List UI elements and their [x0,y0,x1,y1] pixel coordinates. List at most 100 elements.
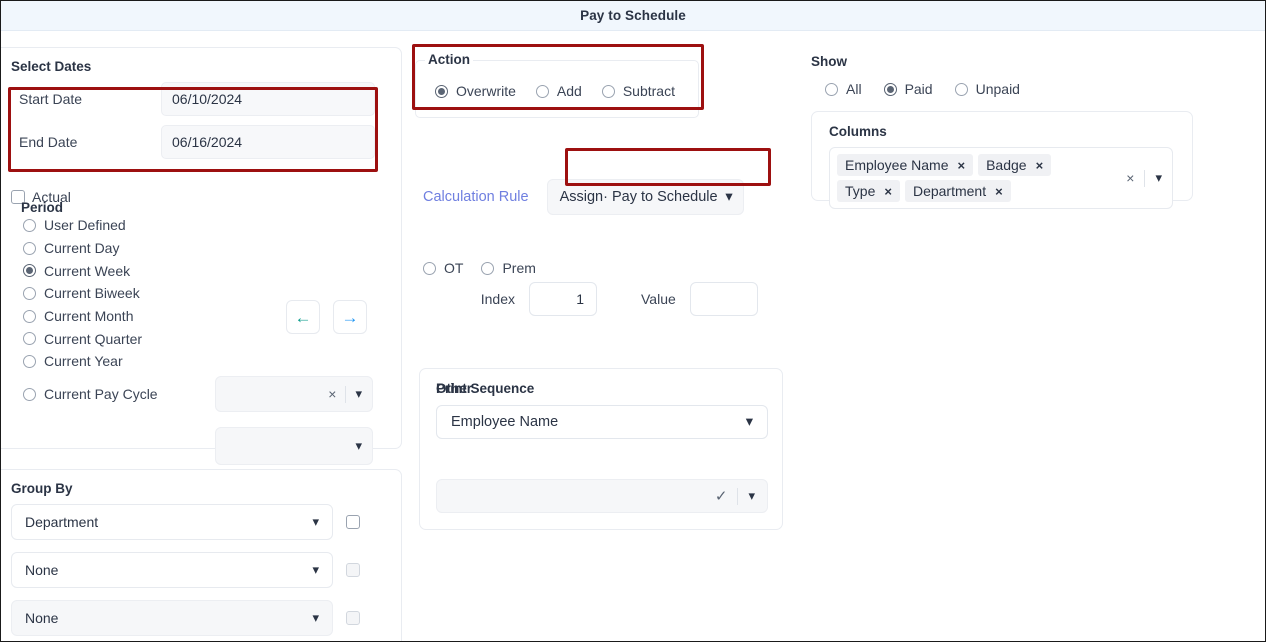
close-icon[interactable]: × [958,158,966,173]
columns-multiselect[interactable]: Employee Name × Badge × Type × Departmen… [829,147,1173,209]
period-option-current-week[interactable]: Current Week [23,259,158,282]
show-option-all[interactable]: All [825,78,862,101]
chevron-down-icon[interactable]: ▾ [748,488,755,504]
radio-selected-icon[interactable] [883,82,897,96]
show-option-label: Paid [904,81,933,98]
radio-icon[interactable] [23,286,36,300]
show-option-label: Unpaid [975,81,1020,98]
check-icon[interactable]: ✓ [715,487,728,505]
group-by-checkbox-2[interactable] [346,563,360,577]
radio-icon[interactable] [23,309,36,323]
period-option-current-biweek[interactable]: Current Biweek [23,282,158,305]
period-option-label: Current Biweek [44,285,140,302]
chevron-down-icon[interactable]: ▾ [312,514,319,530]
calculation-rule-value: Assign· Pay to Schedule [559,189,718,205]
group-by-select-1[interactable]: Department ▾ [11,504,333,540]
start-date-label: Start Date [19,91,83,107]
previous-period-button[interactable]: ← [286,300,320,334]
divider [1144,169,1146,187]
period-option-label: Current Year [44,353,123,370]
show-option-unpaid[interactable]: Unpaid [954,78,1020,101]
print-sequence-value: Employee Name [451,414,559,430]
period-option-current-year[interactable]: Current Year [23,350,158,373]
radio-icon[interactable] [601,84,615,98]
print-sequence-select[interactable]: Employee Name ▾ [436,405,768,439]
group-by-select-2[interactable]: None ▾ [11,552,333,588]
radio-icon[interactable] [481,261,495,275]
columns-chip-list: Employee Name × Badge × Type × Departmen… [830,148,1122,208]
window-title-bar: Pay to Schedule [1,1,1265,31]
group-by-rows: Department ▾ None ▾ None ▾ [11,504,381,641]
period-option-current-quarter[interactable]: Current Quarter [23,327,158,350]
chevron-down-icon[interactable]: ▾ [725,189,732,205]
clear-icon[interactable]: × [328,386,336,402]
chevron-down-icon[interactable]: ▾ [1155,170,1162,186]
column-chip[interactable]: Employee Name × [837,154,974,176]
quarter-select[interactable]: × ▾ [215,376,373,412]
columns-legend: Columns [829,124,887,139]
radio-icon[interactable] [23,241,36,255]
radio-icon[interactable] [825,82,838,96]
chevron-down-icon[interactable]: ▾ [312,610,319,626]
action-option-overwrite[interactable]: Overwrite [435,83,516,99]
value-input[interactable] [689,282,758,316]
column-chip[interactable]: Department × [904,180,1011,202]
show-radio-group: All Paid Unpaid [825,78,1020,101]
chevron-down-icon[interactable]: ▾ [312,562,319,578]
column-chip[interactable]: Badge × [978,154,1052,176]
action-legend: Action [425,52,473,67]
group-by-select-3[interactable]: None ▾ [11,600,333,636]
column-chip-label: Employee Name [845,157,949,173]
rate-type-radio-group: OT Prem [423,257,536,280]
period-option-label: Current Pay Cycle [44,386,158,403]
radio-icon[interactable] [954,82,968,96]
action-option-add[interactable]: Add [535,83,582,99]
radio-selected-icon[interactable] [435,84,448,98]
radio-icon[interactable] [423,261,436,275]
column-chip[interactable]: Type × [837,180,900,202]
start-date-input[interactable]: 06/10/2024 [161,82,375,116]
radio-icon[interactable] [23,332,36,346]
index-value-row: Index 1 Value [443,282,758,316]
pay-cycle-select[interactable]: ▾ [215,427,373,465]
radio-icon[interactable] [23,387,36,401]
calculation-rule-label[interactable]: Calculation Rule [423,189,529,205]
other-select[interactable]: ✓ ▾ [436,479,768,513]
close-icon[interactable]: × [1036,158,1044,173]
group-by-row: None ▾ [11,552,381,588]
show-option-paid[interactable]: Paid [883,78,933,101]
group-by-checkbox-3[interactable] [346,611,360,625]
close-icon[interactable]: × [995,184,1003,199]
next-period-button[interactable]: → [333,300,367,334]
index-input[interactable]: 1 [529,282,597,316]
close-icon[interactable]: × [884,184,892,199]
clear-icon[interactable]: × [1126,170,1134,186]
arrow-left-icon: ← [294,307,312,327]
select-dates-legend: Select Dates [11,59,92,74]
chevron-down-icon[interactable]: ▾ [746,414,753,430]
period-option-user-defined[interactable]: User Defined [23,214,158,237]
index-label: Index [480,291,515,307]
calculation-rule-select[interactable]: Assign· Pay to Schedule ▾ [546,179,744,215]
period-option-current-pay-cycle[interactable]: Current Pay Cycle [23,383,158,406]
group-by-checkbox-1[interactable] [346,515,360,529]
chevron-down-icon[interactable]: ▾ [355,438,362,454]
radio-icon[interactable] [535,84,549,98]
radio-icon[interactable] [23,218,36,232]
period-option-current-month[interactable]: Current Month [23,305,158,328]
date-fields: Start Date 06/10/2024 End Date 06/16/202… [11,82,375,168]
radio-icon[interactable] [23,354,36,368]
chevron-down-icon[interactable]: ▾ [355,386,362,402]
period-header: Period Actual [11,189,375,215]
value-label: Value [641,291,676,307]
column-chip-label: Badge [986,157,1027,173]
period-option-label: Current Week [44,262,131,279]
group-by-row: None ▾ [11,600,381,636]
end-date-input[interactable]: 06/16/2024 [161,125,375,159]
period-option-current-day[interactable]: Current Day [23,237,158,260]
rate-option-ot[interactable]: OT [423,257,463,280]
form-columns: Select Dates Start Date 06/10/2024 End D… [1,31,1265,641]
action-option-subtract[interactable]: Subtract [601,83,675,99]
rate-option-prem[interactable]: Prem [481,257,536,280]
radio-selected-icon[interactable] [23,264,36,278]
